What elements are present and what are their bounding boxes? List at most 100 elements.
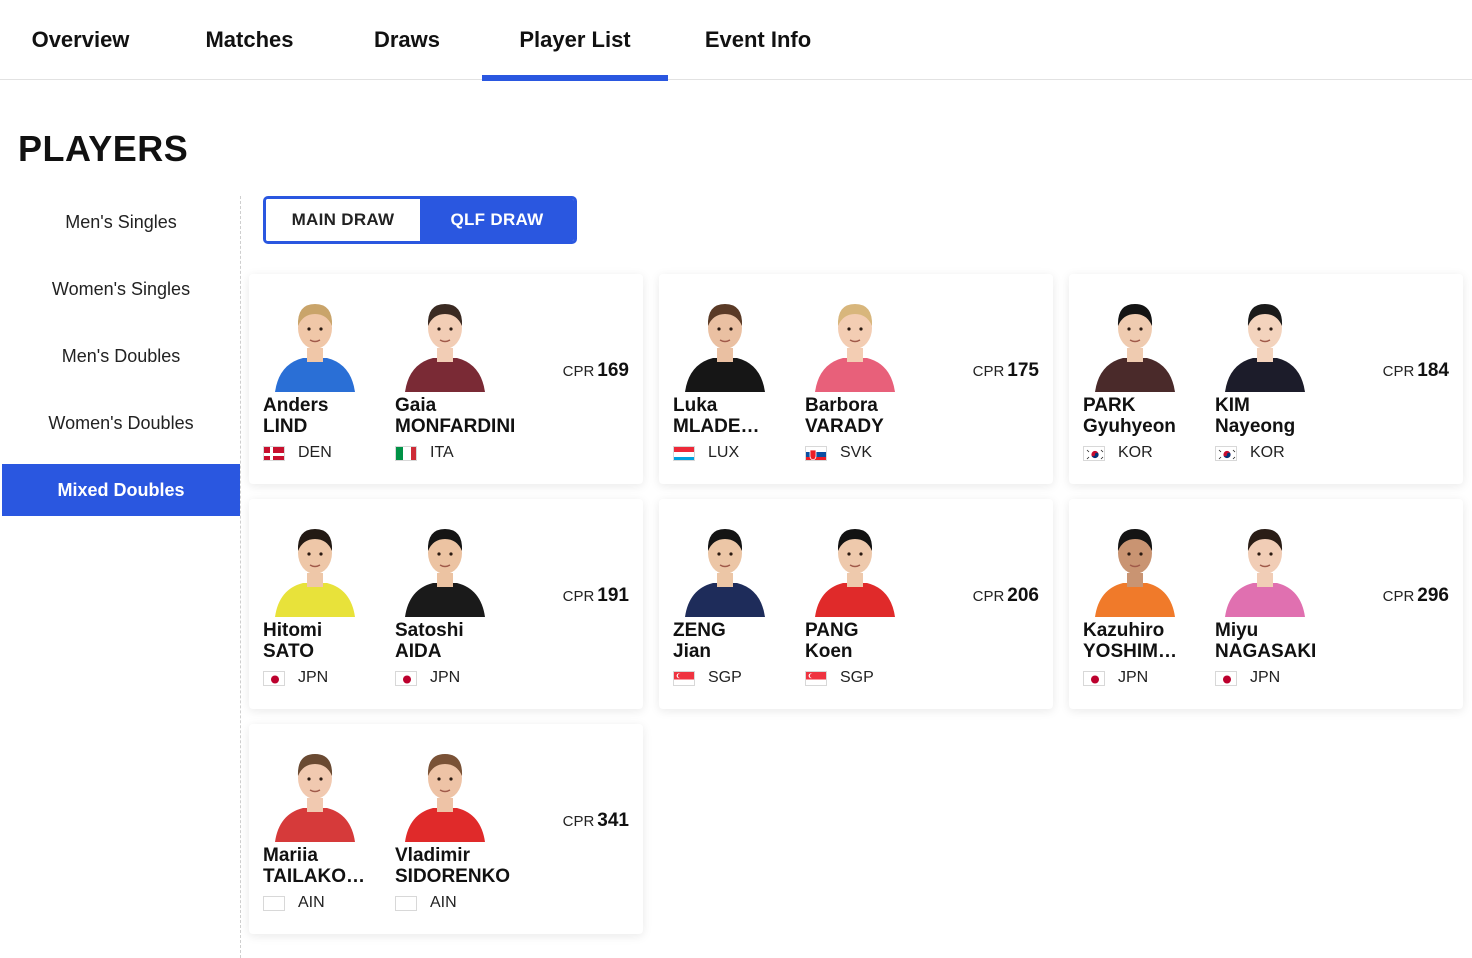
cpr-value: 206 [1007, 585, 1039, 606]
cpr-label: CPR [562, 363, 595, 380]
player-last-name: VARADY [805, 416, 884, 437]
sidebar-divider [240, 196, 241, 958]
player-first-name: Mariia [263, 845, 318, 866]
country-code: JPN [1118, 669, 1149, 686]
cpr-rating: CPR 296 [1383, 585, 1449, 607]
pair-card[interactable]: Luka MLADE… LUX Barbora VARADY SVK CPR 175 [659, 274, 1053, 484]
pair-card[interactable]: Kazuhiro YOSHIM… JPN Miyu NAGASAKI JPN CPR 296 [1069, 499, 1463, 709]
player-photo [1085, 517, 1185, 617]
country-code: JPN [298, 669, 329, 686]
sidebar-item-men-s-doubles[interactable]: Men's Doubles [2, 330, 240, 382]
player-photo [805, 292, 905, 392]
cpr-rating: CPR 206 [973, 585, 1039, 607]
cpr-label: CPR [972, 588, 1005, 605]
pair-card[interactable]: Hitomi SATO JPN Satoshi AIDA JPN CPR 191 [249, 499, 643, 709]
page-title: PLAYERS [18, 128, 189, 169]
country-code: DEN [298, 444, 332, 461]
jpn-flag-icon [1083, 671, 1105, 686]
player-last-name: Koen [805, 641, 853, 662]
cpr-rating: CPR 341 [563, 810, 629, 832]
player-photo [805, 517, 905, 617]
country-code: SGP [708, 669, 742, 686]
player-first-name: ZENG [673, 620, 726, 641]
cpr-value: 191 [597, 585, 629, 606]
cpr-label: CPR [972, 363, 1005, 380]
cpr-label: CPR [1382, 363, 1415, 380]
player-first-name: Kazuhiro [1083, 620, 1165, 641]
lux-flag-icon [673, 446, 695, 461]
player-last-name: NAGASAKI [1215, 641, 1317, 662]
sidebar-item-women-s-singles[interactable]: Women's Singles [2, 263, 240, 315]
country-code: KOR [1118, 444, 1153, 461]
ita-flag-icon [395, 446, 417, 461]
cpr-label: CPR [1382, 588, 1415, 605]
player-photo [395, 517, 495, 617]
cpr-rating: CPR 169 [563, 360, 629, 382]
cpr-value: 169 [597, 360, 629, 381]
player-first-name: PARK [1083, 395, 1136, 416]
player-first-name: Hitomi [263, 620, 323, 641]
country-code: AIN [430, 894, 457, 911]
cpr-value: 184 [1417, 360, 1449, 381]
top-tab-bar: Overview Matches Draws Player List Event Inf… [0, 0, 1472, 81]
cpr-value: 175 [1007, 360, 1039, 381]
player-photo [395, 742, 495, 842]
player-last-name: Nayeong [1215, 416, 1296, 437]
player-last-name: Jian [673, 641, 712, 662]
cpr-value: 341 [597, 810, 629, 831]
tab-player-list[interactable]: Player List [482, 0, 668, 81]
player-last-name: MLADE… [673, 416, 760, 437]
country-code: ITA [430, 444, 454, 461]
cpr-value: 296 [1417, 585, 1449, 606]
player-last-name: SATO [263, 641, 315, 662]
den-flag-icon [263, 446, 285, 461]
player-first-name: Satoshi [395, 620, 464, 641]
player-first-name: Barbora [805, 395, 878, 416]
sgp-flag-icon [805, 671, 827, 686]
tab-matches[interactable]: Matches [168, 0, 331, 80]
sgp-flag-icon [673, 671, 695, 686]
kor-flag-icon [1083, 446, 1105, 461]
tab-event-info[interactable]: Event Info [676, 0, 840, 80]
pair-card[interactable]: Mariia TAILAKO… AIN Vladimir SIDORENKO AIN CPR… [249, 724, 643, 934]
pair-card[interactable]: ZENG Jian SGP PANG Koen SGP CPR 206 [659, 499, 1053, 709]
player-first-name: Miyu [1215, 620, 1259, 641]
main-draw-button[interactable]: MAIN DRAW [266, 199, 420, 241]
player-first-name: Luka [673, 395, 718, 416]
player-last-name: MONFARDINI [395, 416, 516, 437]
player-photo [265, 292, 365, 392]
country-code: SVK [840, 444, 873, 461]
country-code: JPN [430, 669, 461, 686]
player-photo [1215, 292, 1315, 392]
player-photo [675, 292, 775, 392]
tab-draws[interactable]: Draws [337, 0, 477, 80]
sidebar-item-women-s-doubles[interactable]: Women's Doubles [2, 397, 240, 449]
country-code: LUX [708, 444, 740, 461]
pair-card[interactable]: Anders LIND DEN Gaia MONFARDINI ITA CPR 169 [249, 274, 643, 484]
cpr-rating: CPR 175 [973, 360, 1039, 382]
pair-card[interactable]: PARK Gyuhyeon KOR KIM Nayeong KOR CPR 184 [1069, 274, 1463, 484]
jpn-flag-icon [395, 671, 417, 686]
qlf-draw-button[interactable]: QLF DRAW [420, 199, 574, 241]
player-last-name: SIDORENKO [395, 866, 511, 887]
cpr-label: CPR [562, 588, 595, 605]
player-photo [675, 517, 775, 617]
sidebar-item-mixed-doubles[interactable]: Mixed Doubles [2, 464, 240, 516]
player-last-name: Gyuhyeon [1083, 416, 1176, 437]
ain-flag-icon [263, 896, 285, 911]
cpr-rating: CPR 184 [1383, 360, 1449, 382]
jpn-flag-icon [1215, 671, 1237, 686]
player-last-name: TAILAKO… [263, 866, 366, 887]
player-first-name: Vladimir [395, 845, 470, 866]
cpr-label: CPR [562, 813, 595, 830]
jpn-flag-icon [263, 671, 285, 686]
event-sidebar: Men's Singles Women's Singles Men's Double… [2, 196, 240, 531]
kor-flag-icon [1215, 446, 1237, 461]
player-first-name: KIM [1215, 395, 1250, 416]
player-photo [1215, 517, 1315, 617]
country-code: KOR [1250, 444, 1285, 461]
svk-flag-icon [805, 446, 827, 461]
sidebar-item-men-s-singles[interactable]: Men's Singles [2, 196, 240, 248]
tab-overview[interactable]: Overview [0, 0, 161, 80]
country-code: SGP [840, 669, 874, 686]
